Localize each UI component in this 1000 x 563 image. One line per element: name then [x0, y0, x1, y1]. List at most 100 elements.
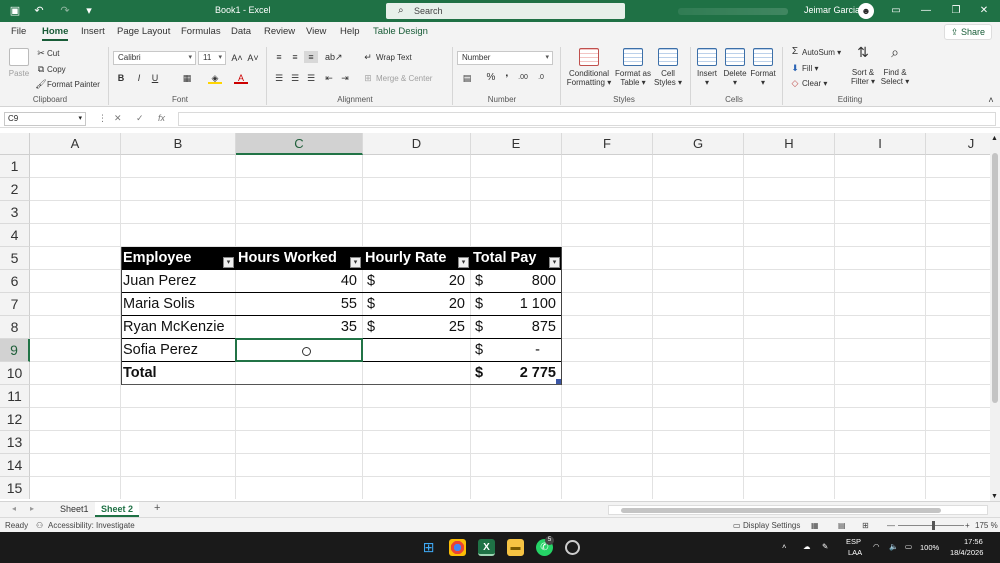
- filter-dropdown-icon[interactable]: ▾: [223, 257, 234, 268]
- table-header-hours[interactable]: Hours Worked ▾: [236, 247, 363, 270]
- cell-rate[interactable]: $25: [363, 316, 471, 339]
- file-explorer-icon[interactable]: ▬: [507, 539, 524, 556]
- cut-button[interactable]: Cut: [47, 49, 59, 58]
- name-box[interactable]: C9 ▾: [4, 112, 86, 126]
- cell-pay[interactable]: $1 100: [471, 293, 562, 316]
- wifi-icon[interactable]: ◠: [873, 542, 880, 551]
- align-left-icon[interactable]: ☰: [272, 72, 286, 84]
- align-center-icon[interactable]: ☰: [288, 72, 302, 84]
- font-name-select[interactable]: Calibri ▾: [113, 51, 196, 65]
- percent-icon[interactable]: %: [484, 72, 498, 84]
- cell-hours[interactable]: 55: [236, 293, 363, 316]
- prev-sheet-icon[interactable]: ◂: [12, 504, 16, 513]
- row-header-9[interactable]: 9: [0, 339, 30, 362]
- restore-icon[interactable]: ❐: [948, 3, 964, 19]
- align-right-icon[interactable]: ☰: [304, 72, 318, 84]
- close-icon[interactable]: ✕: [976, 3, 992, 19]
- decrease-indent-icon[interactable]: ⇤: [322, 72, 336, 84]
- cell-pay[interactable]: $800: [471, 270, 562, 293]
- row-header-10[interactable]: 10: [0, 362, 30, 385]
- row-header-8[interactable]: 8: [0, 316, 30, 339]
- decrease-font-icon[interactable]: A˅: [246, 52, 260, 64]
- chrome-icon[interactable]: [449, 539, 466, 556]
- pen-icon[interactable]: ✎: [822, 542, 828, 551]
- tab-help[interactable]: Help: [340, 26, 360, 37]
- insert-function-icon[interactable]: fx: [158, 113, 165, 123]
- borders-icon[interactable]: ▦: [180, 72, 194, 84]
- zoom-slider[interactable]: [898, 525, 964, 526]
- cell-rate[interactable]: [363, 339, 471, 362]
- row-header-12[interactable]: 12: [0, 408, 30, 431]
- orientation-icon[interactable]: ab↗: [325, 51, 343, 63]
- align-bottom-icon[interactable]: ≡: [304, 51, 318, 63]
- cell-employee[interactable]: Juan Perez: [123, 270, 236, 293]
- merge-center-button[interactable]: Merge & Center: [376, 74, 432, 83]
- cell-total-label[interactable]: Total: [123, 362, 236, 385]
- collapse-ribbon-icon[interactable]: ˄: [984, 94, 998, 106]
- delete-cells-button[interactable]: Delete ▾: [721, 48, 749, 87]
- clock-time[interactable]: 17:56: [964, 537, 983, 546]
- add-sheet-button[interactable]: +: [154, 502, 160, 514]
- row-header-5[interactable]: 5: [0, 247, 30, 270]
- zoom-in-icon[interactable]: +: [965, 521, 970, 530]
- cell-pay[interactable]: $ -: [471, 339, 562, 362]
- tab-review[interactable]: Review: [264, 26, 295, 37]
- column-header-c[interactable]: C: [236, 133, 363, 155]
- accounting-format-icon[interactable]: ▤: [460, 72, 474, 84]
- column-header-d[interactable]: D: [363, 133, 471, 155]
- row-header-11[interactable]: 11: [0, 385, 30, 408]
- zoom-slider-thumb[interactable]: [932, 521, 935, 530]
- cell-employee[interactable]: Ryan McKenzie: [123, 316, 236, 339]
- minimize-icon[interactable]: —: [918, 3, 934, 19]
- column-header-j[interactable]: J: [926, 133, 990, 155]
- horizontal-scrollbar[interactable]: [608, 505, 988, 515]
- page-layout-icon[interactable]: ▤: [838, 521, 846, 530]
- table-header-employee[interactable]: Employee ▾: [121, 247, 236, 270]
- worksheet-grid[interactable]: A B C D E F G H I J 1 2 3 4 5 6 7 8 9 10…: [0, 133, 990, 499]
- cell-total-pay[interactable]: $2 775: [471, 362, 562, 385]
- cell-hours[interactable]: 40: [236, 270, 363, 293]
- autosum-button[interactable]: AutoSum ▾: [802, 48, 841, 57]
- column-header-h[interactable]: H: [744, 133, 835, 155]
- filter-dropdown-icon[interactable]: ▾: [350, 257, 361, 268]
- app-icon[interactable]: [565, 540, 580, 555]
- horizontal-scroll-thumb[interactable]: [621, 508, 941, 513]
- enter-icon[interactable]: ✓: [136, 113, 144, 124]
- tab-table-design[interactable]: Table Design: [373, 26, 428, 37]
- increase-indent-icon[interactable]: ⇥: [338, 72, 352, 84]
- tab-file[interactable]: File: [11, 26, 26, 37]
- page-break-icon[interactable]: ⊞: [862, 521, 869, 530]
- find-select-button[interactable]: ⌕ Find & Select ▾: [880, 45, 910, 86]
- volume-icon[interactable]: 🔈: [889, 542, 898, 551]
- cell-rate[interactable]: $20: [363, 293, 471, 316]
- windows-start-icon[interactable]: ⊞: [420, 539, 437, 556]
- language-bottom[interactable]: LAA: [848, 548, 862, 557]
- tab-data[interactable]: Data: [231, 26, 251, 37]
- tab-formulas[interactable]: Formulas: [181, 26, 221, 37]
- active-cell-selection[interactable]: [235, 338, 363, 362]
- user-name[interactable]: Jeimar Garcia: [804, 5, 860, 15]
- italic-button[interactable]: I: [132, 72, 146, 84]
- vertical-scroll-thumb[interactable]: [992, 153, 998, 403]
- copy-button[interactable]: Copy: [47, 65, 66, 74]
- format-as-table-button[interactable]: Format as Table ▾: [614, 48, 652, 87]
- redo-icon[interactable]: ↷: [58, 4, 72, 18]
- row-header-2[interactable]: 2: [0, 178, 30, 201]
- align-middle-icon[interactable]: ≡: [288, 51, 302, 63]
- select-all-corner[interactable]: [0, 133, 30, 155]
- formula-input[interactable]: [178, 112, 996, 126]
- font-color-icon[interactable]: A: [234, 72, 248, 84]
- underline-button[interactable]: U: [148, 72, 162, 84]
- table-resize-handle[interactable]: [556, 379, 561, 384]
- avatar[interactable]: ☻: [858, 3, 874, 19]
- search-box[interactable]: ⌕ Search: [386, 3, 625, 19]
- cloud-icon[interactable]: ☁: [803, 542, 811, 551]
- row-header-6[interactable]: 6: [0, 270, 30, 293]
- scroll-down-icon[interactable]: ▼: [991, 493, 998, 500]
- column-header-b[interactable]: B: [121, 133, 236, 155]
- table-header-rate[interactable]: Hourly Rate ▾: [363, 247, 471, 270]
- cancel-icon[interactable]: ✕: [114, 113, 122, 124]
- number-format-select[interactable]: Number ▾: [457, 51, 553, 65]
- tab-insert[interactable]: Insert: [81, 26, 105, 37]
- customize-toolbar-icon[interactable]: ▾: [82, 4, 96, 18]
